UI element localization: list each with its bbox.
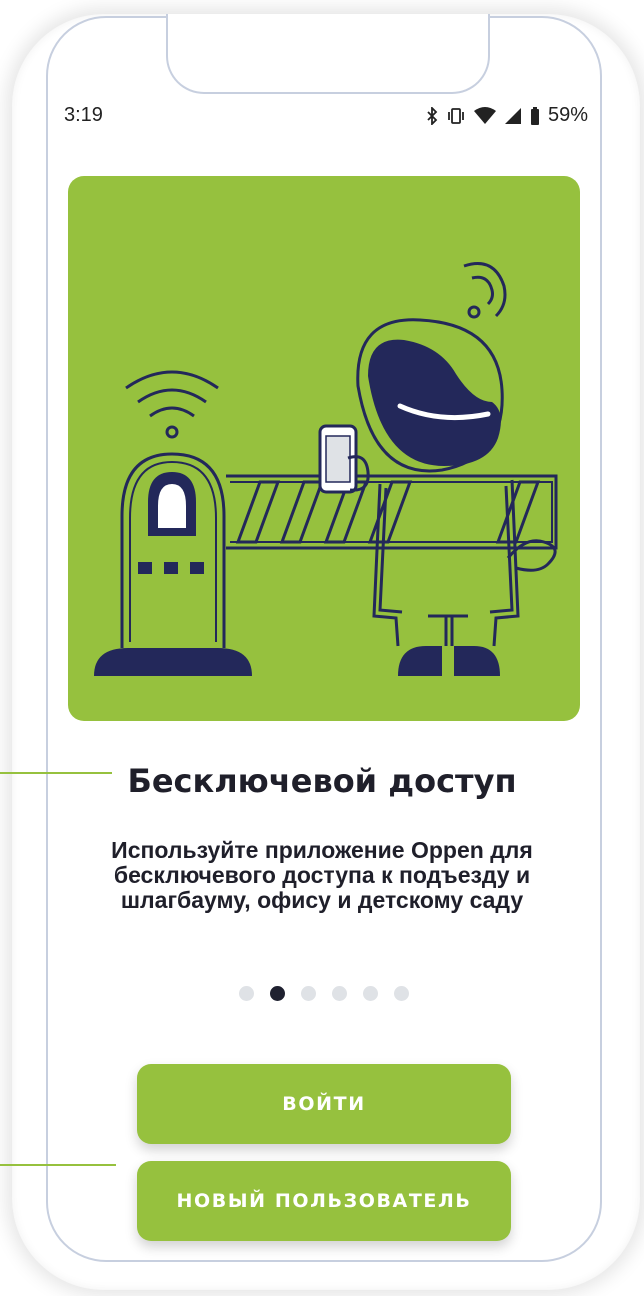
character-head-icon xyxy=(356,318,504,473)
wifi-icon xyxy=(473,106,496,125)
left-foot-icon xyxy=(398,646,442,676)
pagination-dot[interactable] xyxy=(363,986,378,1001)
pagination-dot-active[interactable] xyxy=(270,986,285,1001)
vibrate-icon xyxy=(446,107,466,125)
status-time: 3:19 xyxy=(64,104,103,126)
wifi-signal-icon xyxy=(125,370,219,439)
slide-title: Бесключевой доступ xyxy=(127,762,517,800)
app-promo-frame: 3:19 59% Бесключевой доступ Используйте … xyxy=(0,0,644,1296)
right-foot-icon xyxy=(454,646,500,676)
battery-percent: 59% xyxy=(547,104,588,126)
hero-illustration xyxy=(68,176,580,721)
battery-icon xyxy=(530,106,540,125)
bluetooth-icon xyxy=(426,106,438,125)
decorative-line-button xyxy=(0,1164,116,1166)
signal-icon xyxy=(504,107,522,125)
terminal-post-icon xyxy=(94,452,252,676)
phone-notch xyxy=(166,14,490,94)
barrier-phone-access-illustration xyxy=(94,262,558,676)
pagination-dot[interactable] xyxy=(332,986,347,1001)
login-button[interactable]: ВОЙТИ xyxy=(137,1064,511,1144)
pagination-dot[interactable] xyxy=(301,986,316,1001)
status-icons: 59% xyxy=(426,104,588,127)
pagination-dots xyxy=(0,986,644,1001)
phone-signal-icon xyxy=(463,262,507,319)
pagination-dot[interactable] xyxy=(394,986,409,1001)
slide-description: Используйте приложение Oppen для бесключ… xyxy=(111,837,533,913)
new-user-button[interactable]: НОВЫЙ ПОЛЬЗОВАТЕЛЬ xyxy=(137,1161,511,1241)
pagination-dot[interactable] xyxy=(239,986,254,1001)
